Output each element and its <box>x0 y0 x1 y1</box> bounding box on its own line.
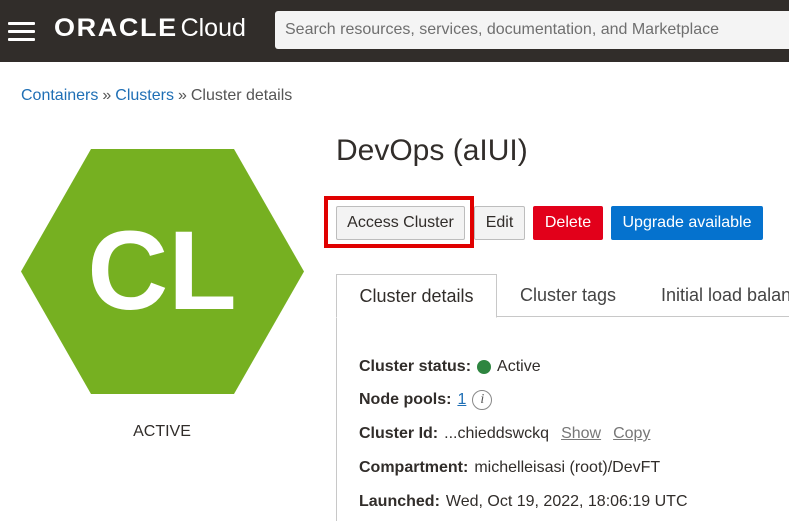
breadcrumb-separator: » <box>177 87 187 104</box>
breadcrumb: Containers» Clusters» Cluster details <box>21 87 292 105</box>
hamburger-menu-icon[interactable] <box>8 19 35 43</box>
oracle-cloud-logo[interactable]: ORACLE Cloud <box>54 14 246 48</box>
cluster-status-row: Cluster status: Active <box>359 358 541 376</box>
cluster-id-value: ...chieddswckq <box>444 425 550 442</box>
page-title: DevOps (aIUI) <box>336 134 528 167</box>
node-pools-row: Node pools: 1 i <box>359 390 493 410</box>
cluster-id-row: Cluster Id: ...chieddswckq Show Copy <box>359 425 650 443</box>
hexagon-text: CL <box>87 208 236 333</box>
cluster-status-value: Active <box>497 358 541 375</box>
cluster-id-label: Cluster Id: <box>359 425 439 442</box>
node-pools-label: Node pools: <box>359 391 452 408</box>
info-icon[interactable]: i <box>472 390 493 410</box>
delete-button[interactable]: Delete <box>533 206 603 240</box>
cluster-hexagon-icon: CL <box>21 149 304 394</box>
launched-value: Wed, Oct 19, 2022, 18:06:19 UTC <box>445 493 688 510</box>
logo-product: Cloud <box>180 14 246 42</box>
breadcrumb-containers[interactable]: Containers <box>21 87 98 104</box>
tab-initial-load-balancer[interactable]: Initial load balan <box>661 274 789 317</box>
launched-label: Launched: <box>359 493 440 510</box>
cluster-state-label: ACTIVE <box>133 423 191 440</box>
show-cluster-id-link[interactable]: Show <box>561 425 601 443</box>
compartment-value: michelleisasi (root)/DevFT <box>474 459 661 476</box>
cluster-status-label: Cluster status: <box>359 358 472 375</box>
highlight-box <box>324 196 474 248</box>
edit-button[interactable]: Edit <box>474 206 525 240</box>
tab-cluster-details[interactable]: Cluster details <box>336 274 497 318</box>
breadcrumb-current: Cluster details <box>190 87 293 104</box>
compartment-label: Compartment: <box>359 459 469 476</box>
status-dot-icon <box>477 360 492 374</box>
node-pools-link[interactable]: 1 <box>457 391 466 409</box>
logo-brand: ORACLE <box>54 14 178 42</box>
top-navigation-bar: ORACLE Cloud <box>0 0 789 62</box>
copy-cluster-id-link[interactable]: Copy <box>613 425 650 443</box>
breadcrumb-separator: » <box>102 87 112 104</box>
launched-row: Launched: Wed, Oct 19, 2022, 18:06:19 UT… <box>359 493 688 511</box>
panel-border <box>336 317 337 521</box>
tab-cluster-tags[interactable]: Cluster tags <box>520 274 616 317</box>
upgrade-available-button[interactable]: Upgrade available <box>611 206 763 240</box>
breadcrumb-clusters[interactable]: Clusters <box>115 87 174 104</box>
compartment-row: Compartment: michelleisasi (root)/DevFT <box>359 459 660 477</box>
search-input[interactable] <box>275 11 789 49</box>
